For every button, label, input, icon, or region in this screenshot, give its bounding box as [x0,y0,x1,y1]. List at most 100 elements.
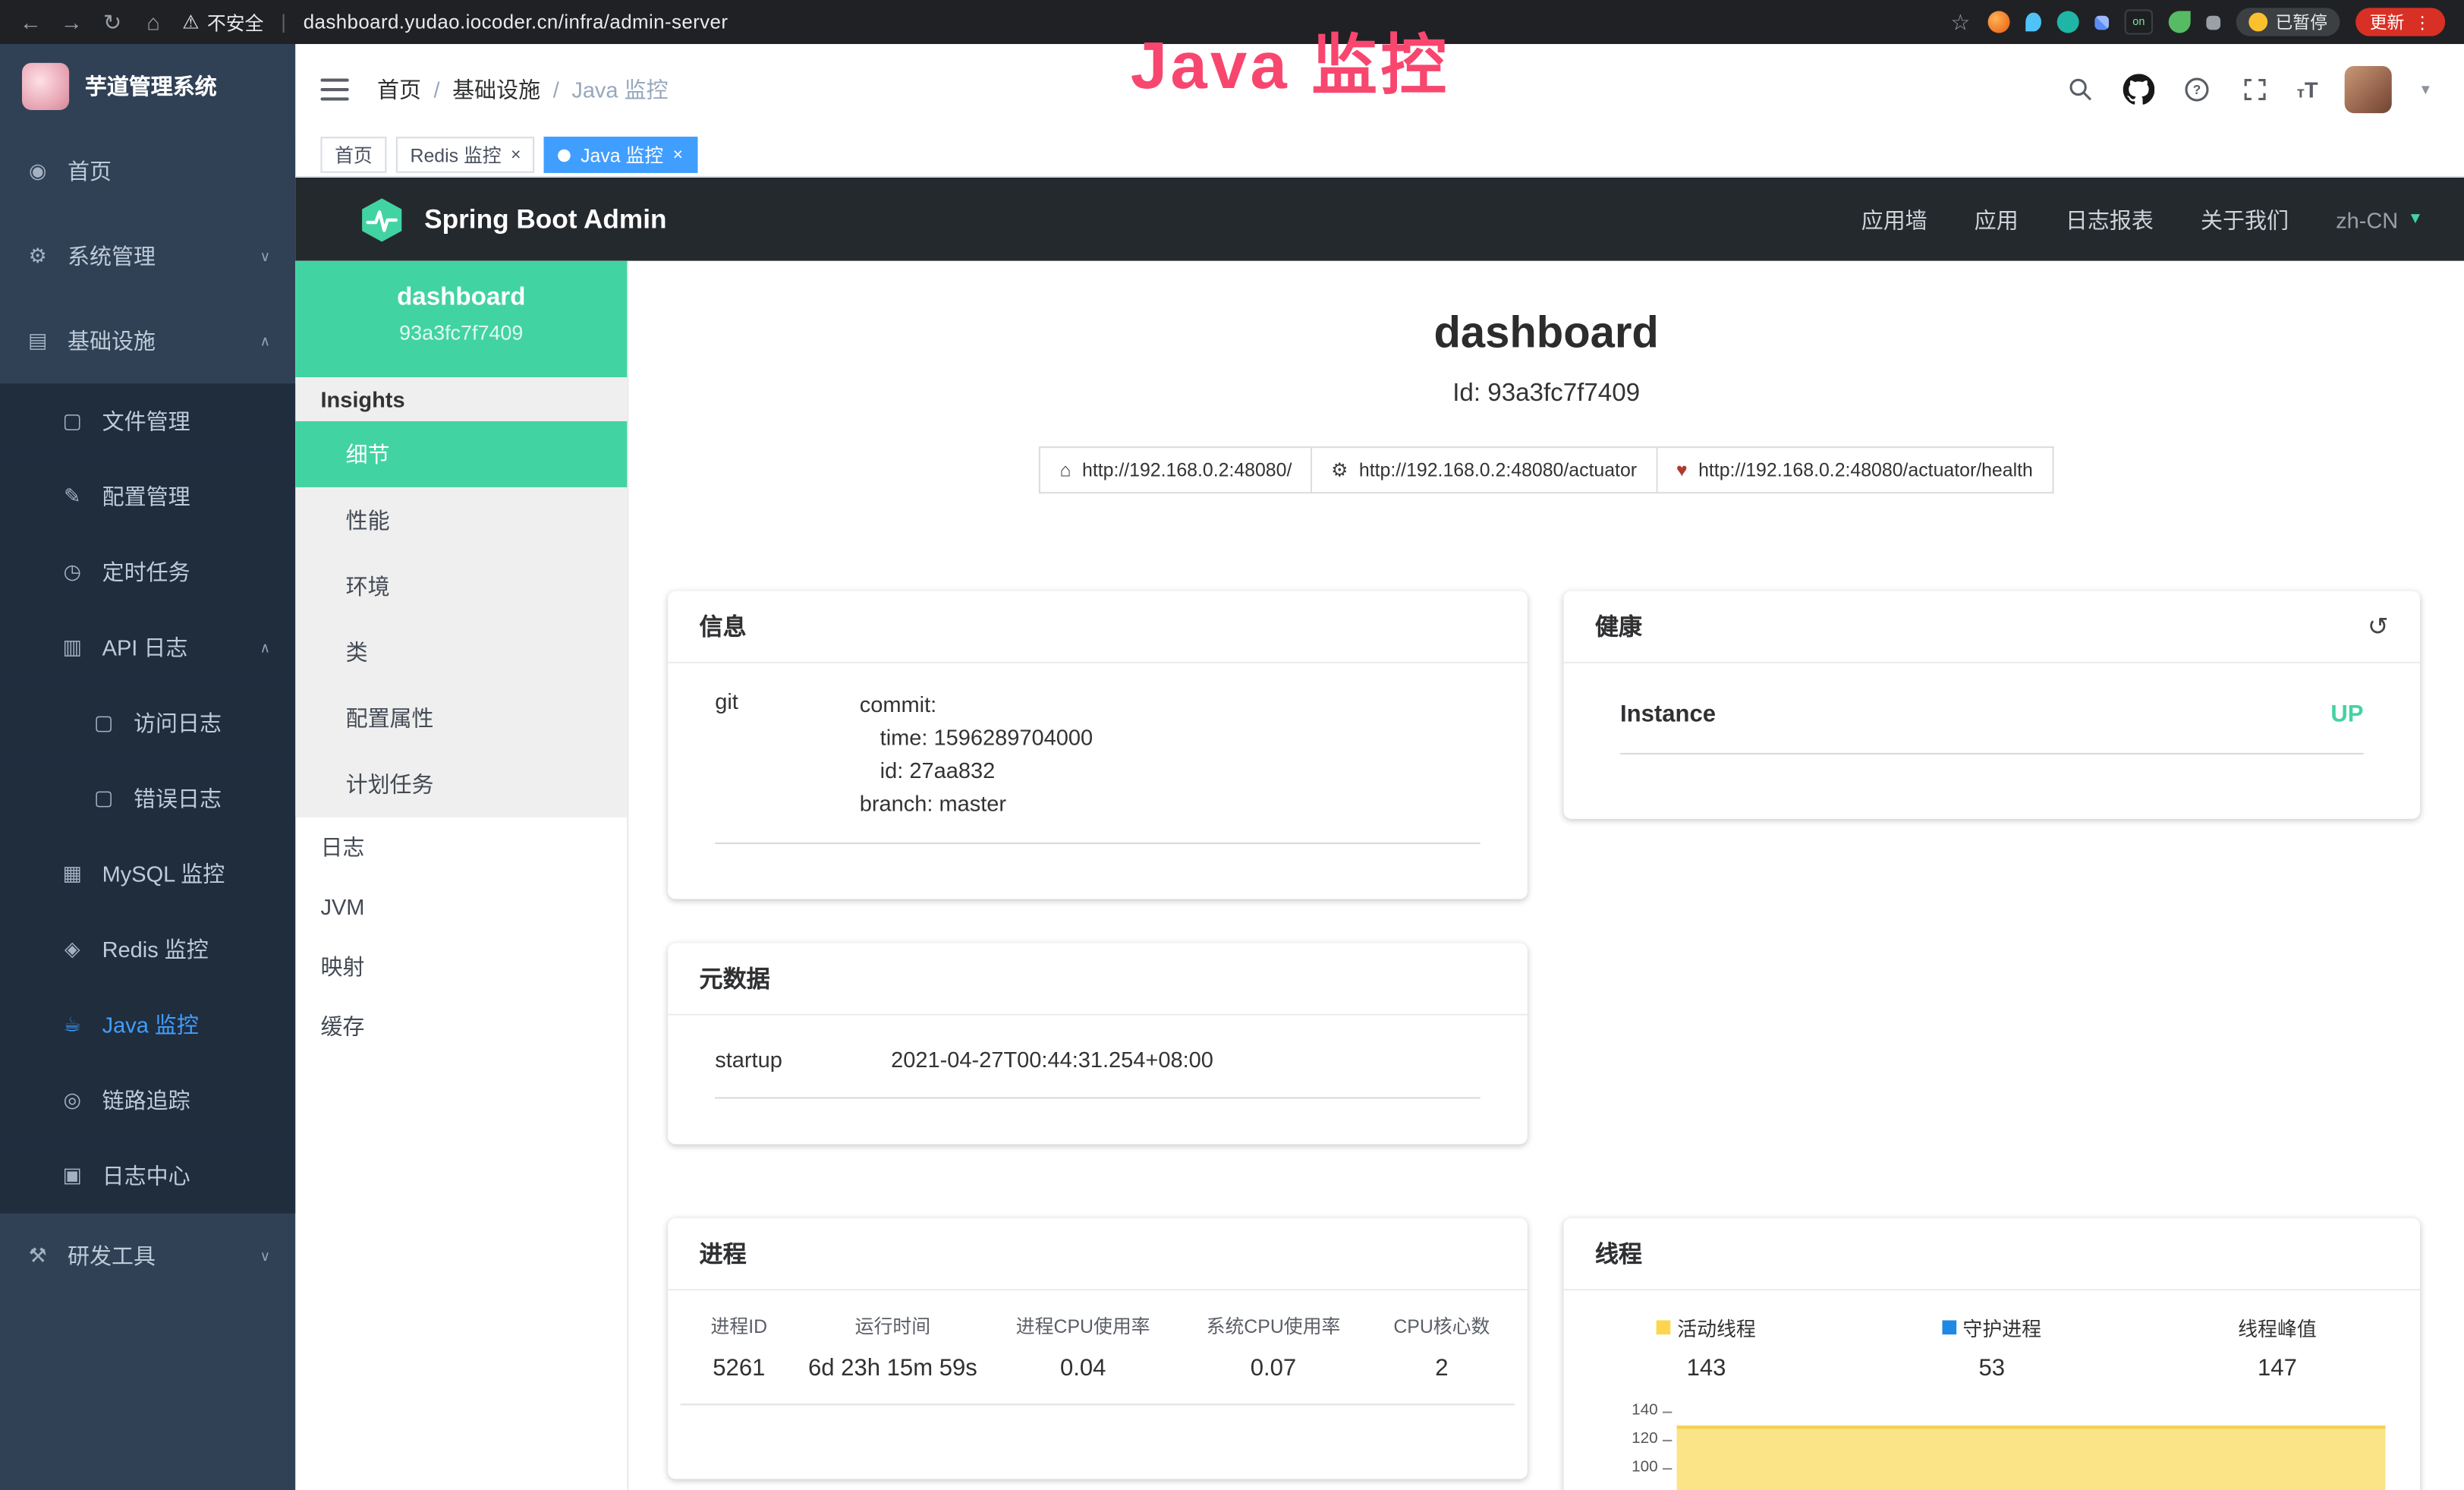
health-url-link[interactable]: ♥ http://192.168.0.2:48080/actuator/heal… [1657,446,2053,493]
hamburger-icon[interactable] [320,78,348,100]
app-logo[interactable]: 芋道管理系统 [0,44,295,129]
breadcrumb-infrastructure[interactable]: 基础设施 [452,73,540,104]
caret-down-icon[interactable]: ▼ [2418,81,2432,97]
back-icon[interactable]: ← [19,9,42,34]
breadcrumb: 首页 / 基础设施 / Java 监控 [377,73,669,104]
health-instance-row: Instance UP [1620,663,2363,754]
help-icon[interactable]: ? [2180,73,2211,104]
sidebar-item-api-logs[interactable]: ▥ API 日志 ∧ [0,610,295,685]
sidebar-item-infrastructure[interactable]: ▤ 基础设施 ∧ [0,298,295,383]
nav-item-logs[interactable]: 日志 [295,817,627,877]
dashboard-icon: ◉ [25,159,50,184]
tab-java-monitor[interactable]: Java 监控 × [544,137,697,173]
insights-group: Insights 细节 性能 环境 类 配置属性 计划任务 [295,377,627,817]
sidebar-item-mysql-monitor[interactable]: ▦ MySQL 监控 [0,836,295,912]
nav-item-caches[interactable]: 缓存 [295,997,627,1057]
health-instance-label: Instance [1620,701,1716,728]
service-url-link[interactable]: ⌂ http://192.168.0.2:48080/ [1040,446,1313,493]
nav-item-mappings[interactable]: 映射 [295,937,627,997]
extension-grid-icon[interactable] [2094,15,2109,30]
address-bar[interactable]: dashboard.yudao.iocoder.cn/infra/admin-s… [304,11,729,33]
tools-icon: ⚒ [25,1243,50,1268]
kebab-menu-icon[interactable]: ⋮ [2414,12,2431,33]
search-icon[interactable] [2064,73,2095,104]
extension-on-badge[interactable]: on [2125,9,2153,34]
breadcrumb-home[interactable]: 首页 [377,73,421,104]
forward-icon[interactable]: → [60,9,83,34]
nav-item-details[interactable]: 细节 [295,421,627,487]
sba-navbar: Spring Boot Admin 应用墙 应用 日志报表 关于我们 zh-CN… [295,178,2464,261]
sidebar-item-scheduled-tasks[interactable]: ◷ 定时任务 [0,534,295,610]
close-icon[interactable]: × [673,146,683,165]
insights-group-label: Insights [295,377,627,421]
java-icon: ☕ [60,1013,85,1038]
sba-nav-about[interactable]: 关于我们 [2201,203,2289,235]
history-icon[interactable]: ↺ [2368,611,2389,642]
instance-header[interactable]: dashboard 93a3fc7f7409 [295,261,627,377]
extension-leaf-icon[interactable] [2169,11,2191,33]
sidebar-item-access-logs[interactable]: ▢ 访问日志 [0,685,295,761]
tab-redis-monitor[interactable]: Redis 监控 × [396,137,535,173]
browser-toolbar-right: ☆ on 已暂停 更新 ⋮ [1949,8,2445,36]
log-icon: ▥ [60,635,85,660]
home-icon: ⌂ [1059,459,1071,481]
threads-card: 线程 活动线程 143 守护进程 53 线程峰值 147 140 120 [1563,1218,2420,1490]
sba-nav-applications[interactable]: 应用 [1975,203,2019,235]
git-row: git commit: time: 1596289704000 id: 27aa… [715,663,1480,844]
process-table-header: 进程ID 运行时间 进程CPU使用率 系统CPU使用率 CPU核心数 [681,1312,1515,1339]
extension-video-icon[interactable] [2057,11,2079,33]
update-button[interactable]: 更新 ⋮ [2355,8,2445,36]
github-icon[interactable] [2123,73,2154,104]
legend-daemon-threads: 守护进程 53 [1849,1312,2135,1381]
sba-brand[interactable]: Spring Boot Admin [358,196,666,243]
sidebar-item-home[interactable]: ◉ 首页 [0,129,295,214]
chevron-down-icon: ∨ [260,247,271,265]
tab-home[interactable]: 首页 [320,137,386,173]
nav-item-classes[interactable]: 类 [295,619,627,685]
sidebar-item-system[interactable]: ⚙ 系统管理 ∨ [0,214,295,299]
threads-chart: 140 120 100 [1677,1410,2386,1490]
threads-card-title: 线程 [1595,1237,1642,1270]
monitor-icon: ▤ [25,329,50,354]
legend-live-threads: 活动线程 143 [1563,1312,1849,1381]
paused-badge[interactable]: 已暂停 [2236,8,2340,36]
actuator-url-link[interactable]: ⚙ http://192.168.0.2:48080/actuator [1312,446,1657,493]
legend-swatch-yellow [1657,1320,1671,1334]
nav-item-config-props[interactable]: 配置属性 [295,685,627,751]
breadcrumb-current: Java 监控 [571,73,668,104]
nav-item-scheduled-tasks[interactable]: 计划任务 [295,751,627,817]
sidebar-item-log-center[interactable]: ▣ 日志中心 [0,1138,295,1213]
eye-icon: ◎ [60,1088,85,1113]
sidebar-item-redis-monitor[interactable]: ◈ Redis 监控 [0,912,295,987]
nav-item-metrics[interactable]: 性能 [295,487,627,553]
reload-icon[interactable]: ↻ [101,8,124,35]
sba-nav-journal[interactable]: 日志报表 [2066,203,2154,235]
sidebar-item-dev-tools[interactable]: ⚒ 研发工具 ∨ [0,1214,295,1299]
heart-icon: ♥ [1676,459,1688,481]
legend-swatch-blue [1943,1320,1957,1334]
bookmark-star-icon[interactable]: ☆ [1949,8,1972,35]
extension-fox-icon[interactable] [1988,11,2010,33]
font-size-icon[interactable]: тT [2297,76,2318,101]
sba-nav-wallboard[interactable]: 应用墙 [1861,203,1927,235]
threads-legend: 活动线程 143 守护进程 53 线程峰值 147 [1563,1312,2420,1381]
nav-item-jvm[interactable]: JVM [295,877,627,937]
sidebar-item-java-monitor[interactable]: ☕ Java 监控 [0,987,295,1062]
nav-item-environment[interactable]: 环境 [295,553,627,619]
screen: ← → ↻ ⌂ ⚠ 不安全 | dashboard.yudao.iocoder.… [0,0,2464,1490]
sidebar-item-config-management[interactable]: ✎ 配置管理 [0,459,295,534]
doc-icon: ▢ [91,710,116,736]
process-table-values: 5261 6d 23h 15m 59s 0.04 0.07 2 [681,1355,1515,1405]
sba-locale-select[interactable]: zh-CN ▼ [2336,206,2423,232]
avatar[interactable] [2345,65,2392,112]
sidebar-item-tracing[interactable]: ◎ 链路追踪 [0,1063,295,1138]
site-security-warning[interactable]: ⚠ 不安全 [182,8,263,35]
extension-puzzle-icon[interactable] [2206,15,2220,30]
extension-drop-icon[interactable] [2025,13,2041,32]
sidebar-item-file-management[interactable]: ▢ 文件管理 [0,383,295,458]
browser-chrome: ← → ↻ ⌂ ⚠ 不安全 | dashboard.yudao.iocoder.… [0,0,2464,44]
home-icon[interactable]: ⌂ [141,9,165,34]
close-icon[interactable]: × [511,146,521,165]
sidebar-item-error-logs[interactable]: ▢ 错误日志 [0,761,295,836]
fullscreen-icon[interactable] [2239,73,2270,104]
